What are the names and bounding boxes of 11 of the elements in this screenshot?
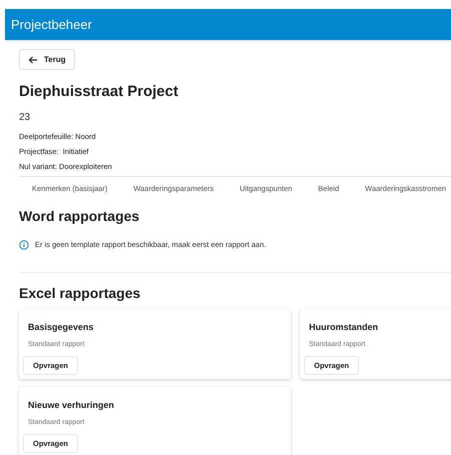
section-title: Excel rapportages [19, 284, 142, 304]
info-icon [19, 240, 29, 250]
card-title: Huuromstanden [308, 322, 380, 334]
project-title: Diephuisstraat Project [19, 83, 180, 101]
app-title: Projectbeheer [11, 16, 92, 34]
arrow-left-icon [28, 56, 38, 64]
card-title: Basisgegevens [27, 322, 95, 334]
section-title: Word rapportages [19, 207, 140, 226]
back-button[interactable]: Terug [19, 49, 75, 70]
project-number: 23 [19, 111, 32, 125]
card-title: Nieuwe verhuringen [27, 400, 116, 412]
